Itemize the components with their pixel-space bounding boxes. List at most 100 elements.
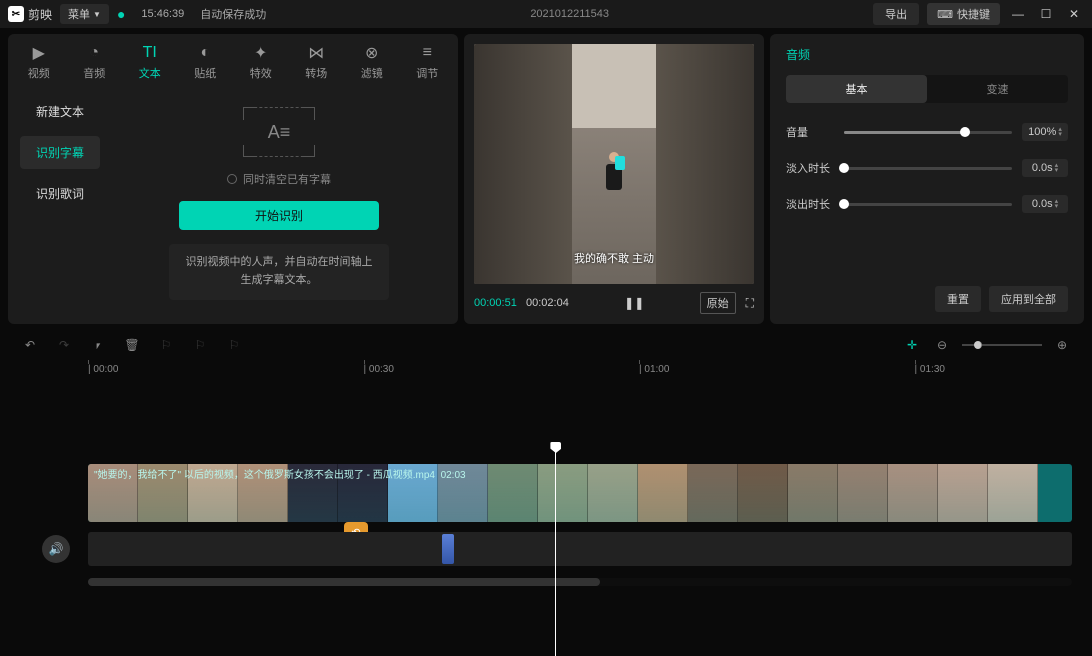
fadein-value[interactable]: 0.0s▴▾ [1022,159,1068,177]
ruler-tick: | 01:00 [639,364,669,375]
clip-thumbnail [488,464,538,522]
lib-tab-7[interactable]: ≡调节 [410,42,444,83]
lib-tab-3[interactable]: ◐贴纸 [188,42,222,83]
inspector-title: 音频 [786,46,1068,63]
ruler-tick: | 01:30 [915,364,945,375]
library-panel: ▶视频 ◔音频 TI文本 ◐贴纸 ✦特效 ⋈转场 ⊗滤镜 ≡调节 新建文本识别字幕识别歌词 A… [8,34,458,324]
app-name: 剪映 [28,6,52,23]
lib-tab-icon: ▶ [33,44,45,62]
timeline-body[interactable]: ⟲ "她要的，我给不了" 以后的视频，这个俄罗斯女孩不会出现了 - 西瓜视频.m… [88,464,1072,566]
recognize-icon: A≡ [249,107,309,157]
side-button-2[interactable]: 识别歌词 [20,177,100,210]
clip-thumbnail [538,464,588,522]
redo-button[interactable]: ↷ [54,335,74,355]
menu-dropdown[interactable]: 菜单▼ [60,4,109,24]
export-button[interactable]: 导出 [873,3,919,25]
timeline-toolbar: ↶ ↷ ⎖ 🗑 ⚐ ⚐ ⚐ ✛ ⊖ ⊕ [8,328,1084,362]
volume-row: 音量 100%▴▾ [786,123,1068,141]
fadein-label: 淡入时长 [786,160,834,176]
zoom-in-button[interactable]: ⊕ [1052,335,1072,355]
clip-thumbnail [738,464,788,522]
mark-button[interactable]: ⚐ [190,335,210,355]
clip-thumbnail [888,464,938,522]
side-button-1[interactable]: 识别字幕 [20,136,100,169]
fadein-slider[interactable] [844,167,1012,170]
fadeout-value[interactable]: 0.0s▴▾ [1022,195,1068,213]
split-button[interactable]: ⎖ [88,335,108,355]
text-side-buttons: 新建文本识别字幕识别歌词 [20,95,100,312]
clip-thumbnail [788,464,838,522]
original-ratio-button[interactable]: 原始 [700,292,736,314]
tab-basic[interactable]: 基本 [786,75,927,103]
library-tabs: ▶视频 ◔音频 TI文本 ◐贴纸 ✦特效 ⋈转场 ⊗滤镜 ≡调节 [8,34,458,87]
app-logo: ✂ 剪映 [8,6,52,23]
lib-tab-icon: TI [143,44,157,62]
logo-icon: ✂ [8,6,24,22]
autosave-time: 15:46:39 [141,8,184,20]
undo-button[interactable]: ↶ [20,335,40,355]
apply-all-button[interactable]: 应用到全部 [989,286,1068,312]
video-track[interactable]: "她要的，我给不了" 以后的视频，这个俄罗斯女孩不会出现了 - 西瓜视频.mp4… [88,464,1072,522]
recognize-help-text: 识别视频中的人声，并自动在时间轴上生成字幕文本。 [169,244,389,299]
clip-label: "她要的，我给不了" 以后的视频，这个俄罗斯女孩不会出现了 - 西瓜视频.mp4… [94,466,466,481]
mark-in-button[interactable]: ⚐ [156,335,176,355]
fadein-row: 淡入时长 0.0s▴▾ [786,159,1068,177]
fadeout-slider[interactable] [844,203,1012,206]
clip-thumbnail [838,464,888,522]
subtitle-overlay: 我的确不敢 主动 [574,250,654,266]
hotkeys-button[interactable]: ⌨ 快捷键 [927,3,1000,25]
volume-label: 音量 [786,124,834,140]
autosave-text: 自动保存成功 [200,6,266,22]
clip-thumbnail [638,464,688,522]
lib-tab-icon: ⊗ [365,44,378,62]
save-indicator-icon: ● [117,6,125,22]
audio-track[interactable] [88,532,1072,566]
video-preview[interactable]: 我的确不敢 主动 [474,44,754,284]
reset-button[interactable]: 重置 [935,286,981,312]
zoom-out-button[interactable]: ⊖ [932,335,952,355]
tab-speed[interactable]: 变速 [927,75,1068,103]
timeline-area: ↶ ↷ ⎖ 🗑 ⚐ ⚐ ⚐ ✛ ⊖ ⊕ | 00:00 | 00:30 | 01:0… [0,328,1092,594]
lib-tab-0[interactable]: ▶视频 [22,42,56,83]
lib-tab-4[interactable]: ✦特效 [244,42,278,83]
audio-mute-button[interactable]: 🔊 [42,535,70,563]
fullscreen-button[interactable]: ⛶ [746,296,754,311]
clip-thumbnail [938,464,988,522]
clip-thumbnail [988,464,1038,522]
playhead[interactable] [555,442,556,656]
preview-panel: 我的确不敢 主动 00:00:51 00:02:04 ❚❚ 原始 ⛶ [464,34,764,324]
side-button-0[interactable]: 新建文本 [20,95,100,128]
lib-tab-icon: ◐ [200,44,210,62]
volume-slider[interactable] [844,131,1012,134]
lib-tab-5[interactable]: ⋈转场 [299,42,333,83]
checkbox-icon [227,174,237,184]
subtitle-recognize-box: A≡ 同时清空已有字幕 开始识别 识别视频中的人声，并自动在时间轴上生成字幕文本… [112,95,446,312]
clear-existing-checkbox[interactable]: 同时清空已有字幕 [227,171,331,187]
title-bar: ✂ 剪映 菜单▼ ● 15:46:39 自动保存成功 2021012211543… [0,0,1092,28]
ruler-tick: | 00:30 [364,364,394,375]
window-minimize-button[interactable]: — [1008,4,1028,24]
timeline-ruler[interactable]: | 00:00 | 00:30 | 01:00 | 01:30 [88,362,1072,382]
lib-tab-6[interactable]: ⊗滤镜 [355,42,389,83]
lib-tab-1[interactable]: ◔音频 [77,42,111,83]
mark-out-button[interactable]: ⚐ [224,335,244,355]
volume-value[interactable]: 100%▴▾ [1022,123,1068,141]
window-close-button[interactable]: ✕ [1064,4,1084,24]
project-title: 2021012211543 [274,8,865,20]
snap-toggle[interactable]: ✛ [902,335,922,355]
start-recognize-button[interactable]: 开始识别 [179,201,379,230]
lib-tab-2[interactable]: TI文本 [133,42,167,83]
audio-clip[interactable] [442,534,454,564]
timeline-scrollbar[interactable] [88,578,1072,586]
lib-tab-icon: ✦ [254,44,267,62]
pause-button[interactable]: ❚❚ [624,296,644,310]
zoom-slider[interactable] [962,344,1042,346]
inspector-panel: 音频 基本 变速 音量 100%▴▾ 淡入时长 0.0s▴▾ 淡出时长 0.0s… [770,34,1084,324]
window-maximize-button[interactable]: ☐ [1036,4,1056,24]
keyboard-icon: ⌨ [937,8,953,21]
ruler-tick: | 00:00 [88,364,118,375]
delete-button[interactable]: 🗑 [122,335,142,355]
lib-tab-icon: ⋈ [308,44,324,62]
fadeout-row: 淡出时长 0.0s▴▾ [786,195,1068,213]
lib-tab-icon: ≡ [423,44,432,62]
